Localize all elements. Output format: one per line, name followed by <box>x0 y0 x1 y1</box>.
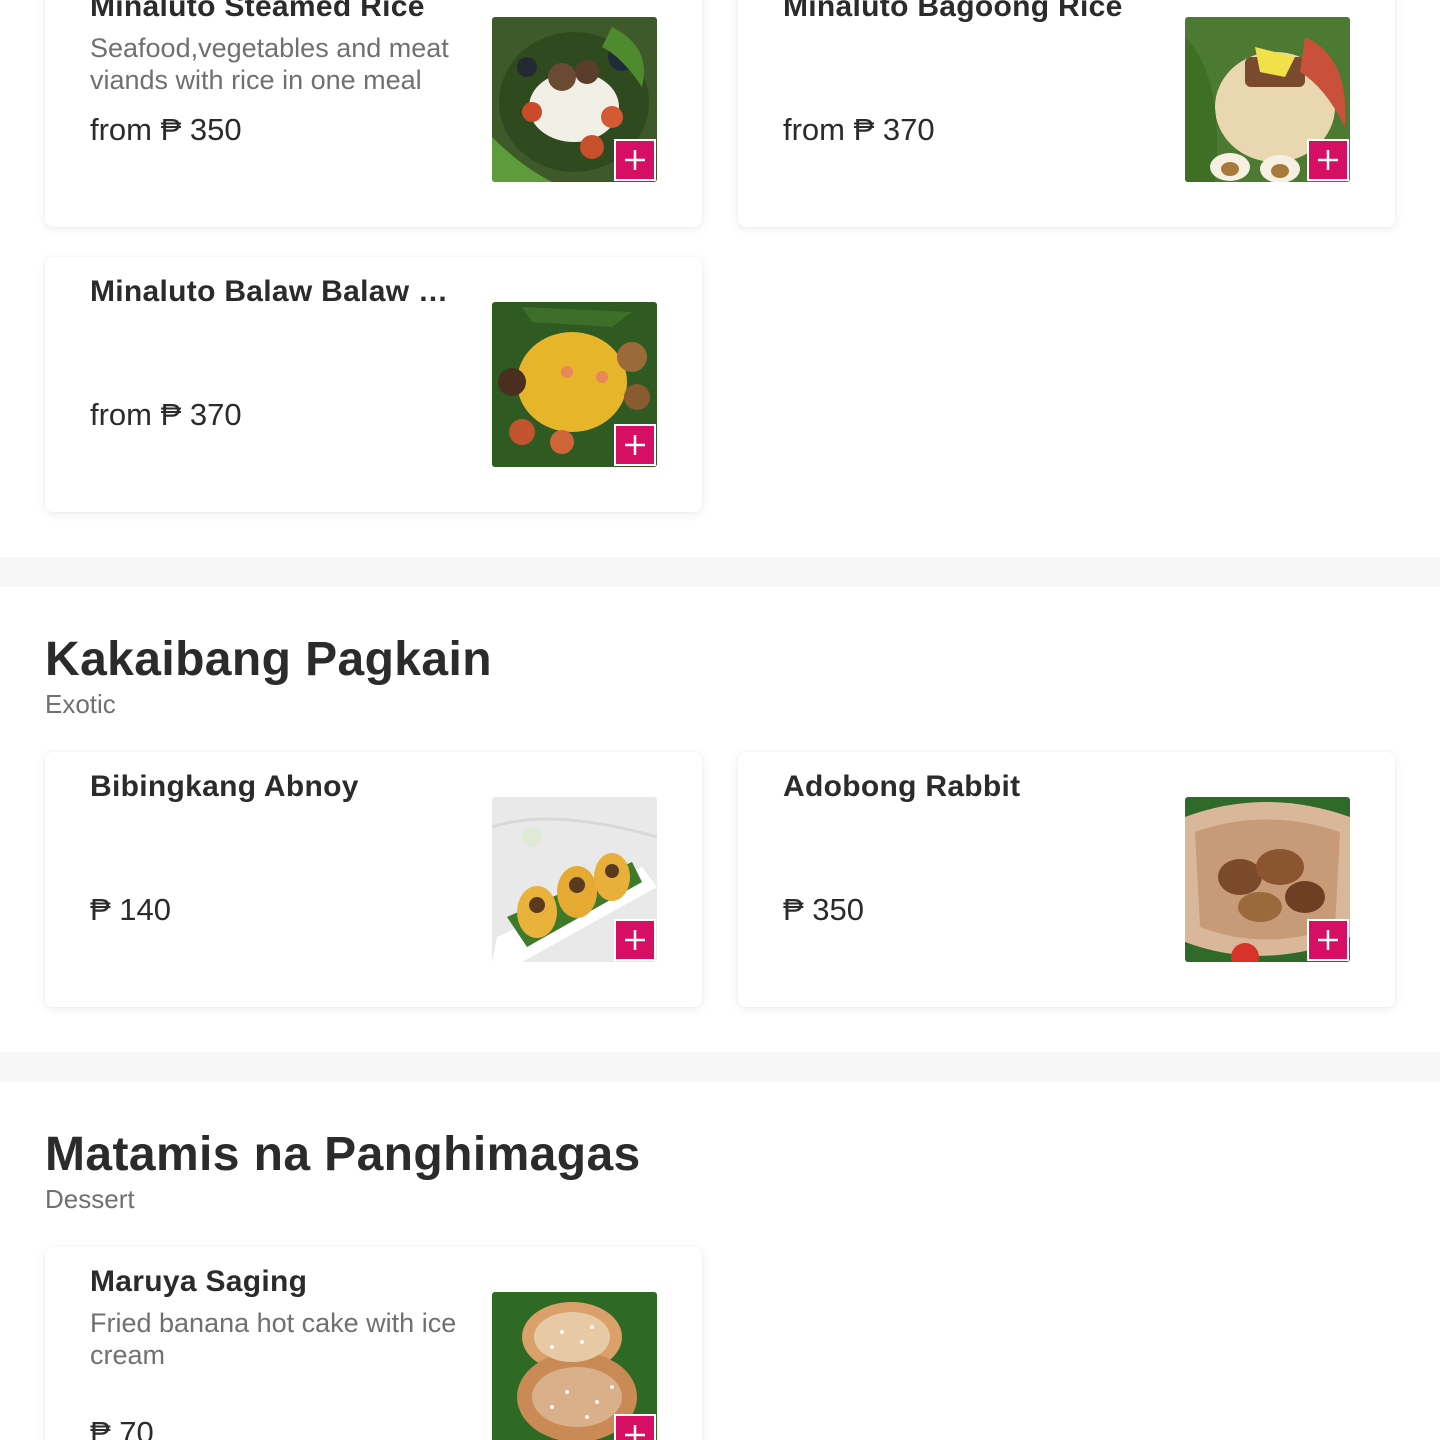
menu-item-name: Minaluto Steamed Rice <box>90 0 425 23</box>
add-to-cart-button[interactable] <box>1307 139 1349 181</box>
menu-item-photo[interactable] <box>1185 17 1350 182</box>
menu-item-name: Minaluto Balaw Balaw Rice <box>90 275 460 308</box>
menu-item-price: from ₱ 370 <box>90 397 242 432</box>
menu-item-price: from ₱ 350 <box>90 112 242 147</box>
menu-item-photo[interactable] <box>492 302 657 467</box>
section-subtitle: Exotic <box>45 689 116 719</box>
add-to-cart-button[interactable] <box>1307 919 1349 961</box>
plus-icon <box>1318 930 1338 950</box>
section-subtitle: Dessert <box>45 1184 135 1214</box>
menu-item-card[interactable]: Maruya Saging Fried banana hot cake with… <box>45 1247 702 1440</box>
add-to-cart-button[interactable] <box>614 1414 656 1440</box>
menu-item-name: Maruya Saging <box>90 1265 308 1298</box>
menu-item-photo[interactable] <box>492 1292 657 1440</box>
menu-item-photo[interactable] <box>492 797 657 962</box>
menu-item-description: Seafood,vegetables and meat viands with … <box>90 33 449 95</box>
menu-item-photo[interactable] <box>1185 797 1350 962</box>
menu-item-card[interactable]: Minaluto Balaw Balaw Rice from ₱ 370 <box>45 257 702 512</box>
section-divider <box>0 1052 1440 1082</box>
section-title: Kakaibang Pagkain <box>45 633 492 686</box>
menu-item-price: ₱ 140 <box>90 892 172 927</box>
section-title: Matamis na Panghimagas <box>45 1128 641 1181</box>
menu-item-card[interactable]: Adobong Rabbit ₱ 350 <box>738 752 1395 1007</box>
menu-item-name: Minaluto Bagoong Rice <box>783 0 1123 23</box>
menu-item-description: Fried banana hot cake with ice cream <box>90 1308 457 1370</box>
menu-item-card[interactable]: Minaluto Bagoong Rice from ₱ 370 <box>738 0 1395 227</box>
add-to-cart-button[interactable] <box>614 919 656 961</box>
plus-icon <box>1318 150 1338 170</box>
plus-icon <box>625 435 645 455</box>
menu-item-photo[interactable] <box>492 17 657 182</box>
section-divider <box>0 557 1440 587</box>
menu-item-name: Adobong Rabbit <box>783 770 1021 803</box>
menu-item-price: from ₱ 370 <box>783 112 935 147</box>
menu-item-name: Bibingkang Abnoy <box>90 770 359 803</box>
add-to-cart-button[interactable] <box>614 139 656 181</box>
add-to-cart-button[interactable] <box>614 424 656 466</box>
menu-item-card[interactable]: Bibingkang Abnoy ₱ 140 <box>45 752 702 1007</box>
plus-icon <box>625 1425 645 1440</box>
menu-item-price: ₱ 70 <box>90 1415 154 1440</box>
plus-icon <box>625 930 645 950</box>
menu-item-price: ₱ 350 <box>783 892 865 927</box>
menu-item-card[interactable]: Minaluto Steamed Rice Seafood,vegetables… <box>45 0 702 227</box>
plus-icon <box>625 150 645 170</box>
